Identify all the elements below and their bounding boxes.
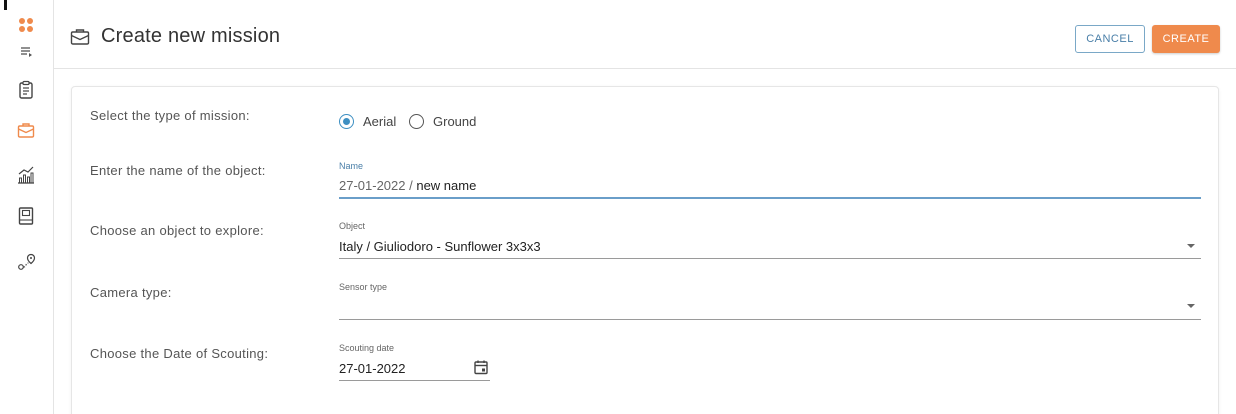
date-input-underline [339,380,490,381]
mission-briefcase-icon[interactable] [15,119,37,141]
page-header: Create new mission CANCEL CREATE [54,0,1236,69]
chevron-down-icon[interactable] [1187,244,1195,248]
object-select[interactable]: Italy / Giuliodoro - Sunflower 3x3x3 [339,239,541,254]
calendar-icon[interactable] [473,359,489,375]
name-input-underline [339,197,1201,199]
book-icon[interactable] [15,205,37,227]
name-value: new name [416,178,477,193]
ground-radio-label[interactable]: Ground [433,114,476,129]
object-field-label: Object [339,221,366,231]
object-select-label: Choose an object to explore: [90,223,264,238]
chevron-down-icon[interactable] [1187,304,1195,308]
date-field-label: Scouting date [339,343,395,353]
ground-radio[interactable] [409,114,424,129]
name-input[interactable]: 27-01-2022 / new name [339,178,476,193]
cancel-button[interactable]: CANCEL [1075,25,1145,53]
route-icon[interactable] [15,251,37,273]
date-input[interactable]: 27-01-2022 [339,361,406,376]
corner-mark [4,0,7,10]
aerial-radio-label[interactable]: Aerial [363,114,396,129]
apps-grid-icon[interactable] [15,15,37,37]
sidebar [0,0,54,414]
create-button[interactable]: CREATE [1152,25,1220,53]
sensor-select-underline [339,319,1201,320]
app-root: Create new mission CANCEL CREATE Select … [0,0,1236,414]
clipboard-icon[interactable] [15,79,37,101]
mission-form-card: Select the type of mission: Aerial Groun… [71,86,1219,414]
analytics-chart-icon[interactable] [15,164,37,186]
mission-briefcase-icon [70,28,90,46]
object-select-underline [339,258,1201,259]
name-date-prefix: 27-01-2022 / [339,178,417,193]
scouting-date-label: Choose the Date of Scouting: [90,346,269,361]
mission-type-label: Select the type of mission: [90,108,250,123]
object-name-label: Enter the name of the object: [90,163,266,178]
name-field-label: Name [339,161,364,171]
aerial-radio[interactable] [339,114,354,129]
camera-type-label: Camera type: [90,285,172,300]
page-title: Create new mission [101,25,281,47]
sensor-field-label: Sensor type [339,282,388,292]
menu-expand-icon[interactable] [15,41,37,63]
